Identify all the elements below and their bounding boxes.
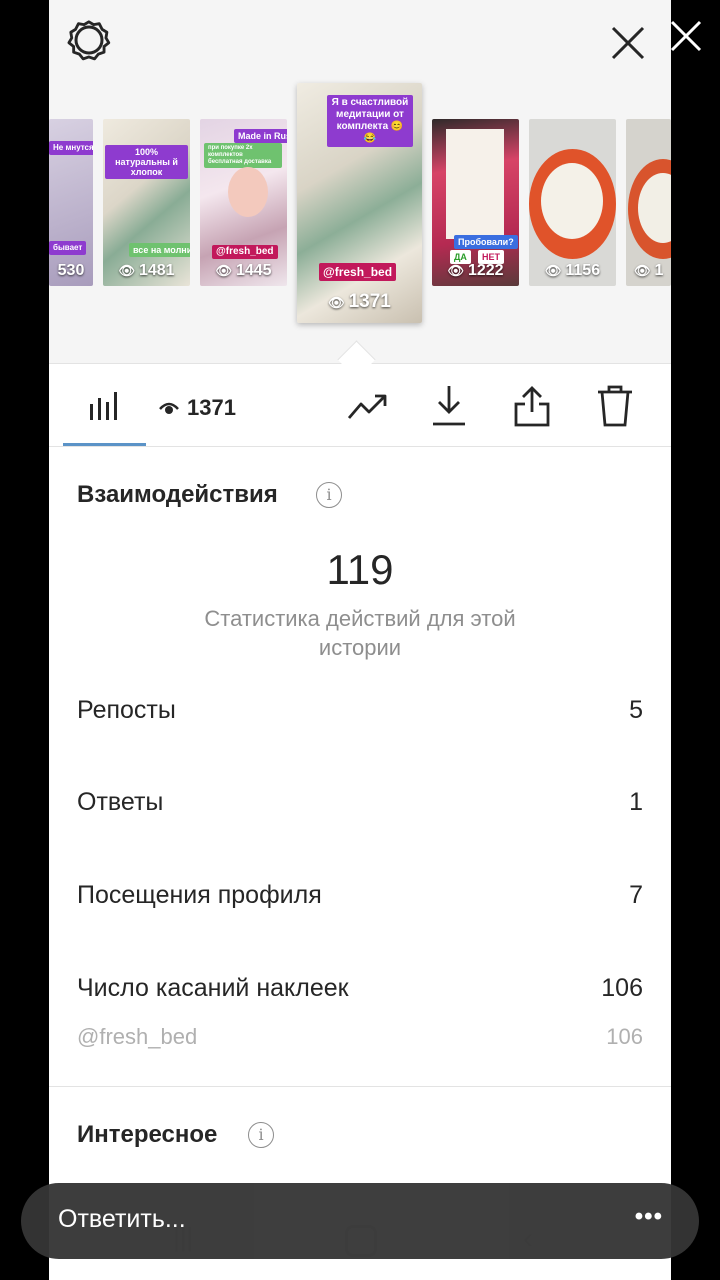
more-options-icon[interactable]: •••	[635, 1203, 663, 1231]
reply-input-placeholder[interactable]: Ответить...	[58, 1205, 186, 1234]
story-thumbnail[interactable]: 👁 1	[626, 119, 671, 286]
story-views: 👁 1371	[328, 291, 391, 312]
download-icon[interactable]	[431, 384, 467, 428]
eye-icon: 👁	[118, 263, 135, 278]
eye-icon: 👁	[544, 263, 562, 278]
story-sticker: Made in Russia	[234, 129, 287, 143]
story-thumbnail-selected[interactable]: Я в счастливой медитации от комплекта 😊😂…	[297, 83, 422, 323]
active-tab-indicator	[63, 443, 146, 446]
food-content	[541, 163, 603, 239]
eye-icon: 👁	[215, 263, 232, 278]
story-sticker: 100% натуральны й хлопок	[105, 145, 188, 179]
story-thumbnail[interactable]: Made in Russia при покупке 2х комплектов…	[200, 119, 287, 286]
eye-icon	[159, 402, 179, 414]
tab-views[interactable]: 1371	[159, 393, 236, 423]
story-views: 👁 1481	[118, 262, 175, 279]
gear-icon[interactable]	[67, 18, 111, 62]
story-sticker: @fresh_bed	[212, 245, 278, 259]
story-sticker: при покупке 2х комплектов бесплатная дос…	[204, 143, 282, 168]
eye-icon: 👁	[634, 263, 651, 278]
section-title-interactions: Взаимодействия	[77, 481, 278, 508]
story-thumbnail[interactable]: Не мнутся/не скатываются бывает 530	[49, 119, 93, 286]
story-sticker: Я в счастливой медитации от комплекта 😊😂	[327, 95, 413, 147]
trash-icon[interactable]	[597, 384, 633, 428]
views-count: 1371	[187, 395, 236, 420]
product-package	[446, 129, 504, 239]
story-carousel-area: Не мнутся/не скатываются бывает 530 100%…	[49, 0, 671, 364]
story-thumbnail[interactable]: Пробовали? ДА НЕТ 👁 1222	[432, 119, 519, 286]
stat-label-reposts: Репосты	[77, 696, 176, 724]
stat-value-mention: 106	[606, 1024, 643, 1049]
eye-icon: 👁	[328, 295, 345, 310]
section-divider	[49, 1086, 671, 1087]
story-sticker: Не мнутся/не скатываются	[49, 141, 93, 155]
stat-value-reposts: 5	[629, 696, 643, 724]
story-views: 👁 1222	[447, 262, 504, 279]
info-icon[interactable]: i	[248, 1122, 274, 1148]
stat-label-sticker-taps: Число касаний наклеек	[77, 974, 349, 1002]
story-sticker: @fresh_bed	[319, 263, 397, 281]
info-icon[interactable]: i	[316, 482, 342, 508]
story-sticker: бывает	[49, 241, 87, 255]
stat-label-profile-visits: Посещения профиля	[77, 881, 322, 909]
stat-value-profile-visits: 7	[629, 881, 643, 909]
story-views: 👁 1445	[215, 262, 272, 279]
story-sticker: все на молнии	[129, 243, 190, 257]
close-icon[interactable]	[607, 22, 649, 64]
eye-icon: 👁	[447, 263, 464, 278]
story-thumbnail[interactable]: 100% натуральны й хлопок все на молнии 👁…	[103, 119, 190, 286]
stat-value-replies: 1	[629, 788, 643, 816]
share-icon[interactable]	[513, 384, 551, 428]
stat-label-replies: Ответы	[77, 788, 164, 816]
story-views: 👁 1	[634, 262, 664, 279]
story-views: 530	[57, 262, 85, 279]
close-icon[interactable]	[668, 18, 704, 54]
story-views: 👁 1156	[544, 262, 601, 279]
stat-value-sticker-taps: 106	[601, 974, 643, 1002]
interactions-total: 119	[326, 546, 394, 593]
section-title-discovery: Интересное	[77, 1121, 218, 1148]
interactions-subtitle: Статистика действий для этой истории	[204, 606, 516, 660]
trend-up-icon[interactable]	[347, 390, 389, 422]
bar-chart-icon[interactable]	[88, 390, 120, 422]
story-sticker: Пробовали?	[454, 235, 518, 249]
story-insights-sheet: Не мнутся/не скатываются бывает 530 100%…	[49, 0, 671, 1280]
stat-label-mention: @fresh_bed	[77, 1024, 198, 1049]
story-thumbnail[interactable]: 👁 1156	[529, 119, 616, 286]
face-photo	[228, 167, 268, 217]
reply-bar[interactable]: Ответить... •••	[21, 1183, 699, 1259]
